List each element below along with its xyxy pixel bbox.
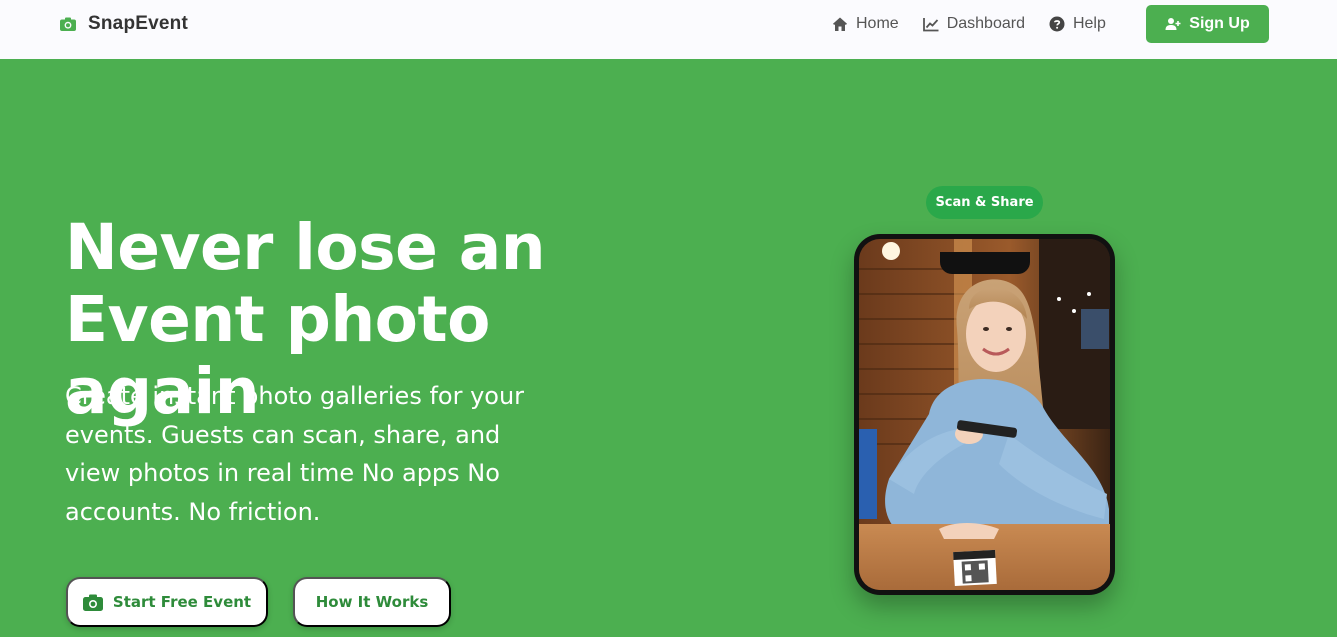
camera-icon bbox=[60, 17, 76, 31]
phone-mockup bbox=[854, 234, 1115, 595]
signup-label: Sign Up bbox=[1189, 15, 1250, 32]
woman-scanning-qr-photo bbox=[859, 239, 1110, 590]
how-it-works-button[interactable]: How It Works bbox=[293, 577, 451, 627]
nav-home-label: Home bbox=[856, 15, 899, 32]
nav-help-link[interactable]: Help bbox=[1049, 15, 1106, 33]
signup-button[interactable]: Sign Up bbox=[1146, 5, 1269, 43]
question-circle-icon bbox=[1049, 16, 1065, 32]
brand-logo[interactable]: SnapEvent bbox=[60, 13, 188, 35]
nav-help-label: Help bbox=[1072, 15, 1106, 32]
nav-dashboard-link[interactable]: Dashboard bbox=[922, 15, 1025, 33]
how-it-works-label: How It Works bbox=[315, 593, 429, 611]
start-free-event-label: Start Free Event bbox=[112, 593, 252, 611]
scan-share-badge: Scan & Share bbox=[926, 186, 1043, 219]
nav-home-link[interactable]: Home bbox=[832, 15, 899, 33]
nav-dashboard-label: Dashboard bbox=[946, 15, 1025, 32]
start-free-event-button[interactable]: Start Free Event bbox=[66, 577, 268, 627]
top-navbar: SnapEvent Home Dashboard Help Sign Up bbox=[0, 0, 1337, 59]
hero-title-line1: Never lose an bbox=[65, 211, 546, 284]
phone-notch bbox=[940, 252, 1030, 274]
camera-icon bbox=[82, 594, 103, 611]
user-plus-icon bbox=[1165, 18, 1181, 30]
hero-subtitle: Create instant photo galleries for your … bbox=[65, 382, 525, 526]
home-icon bbox=[833, 17, 847, 31]
phone-screen-image bbox=[859, 239, 1110, 590]
nav-links: Home Dashboard Help bbox=[832, 13, 1130, 35]
chart-icon bbox=[922, 18, 939, 32]
brand-name: SnapEvent bbox=[88, 13, 188, 34]
